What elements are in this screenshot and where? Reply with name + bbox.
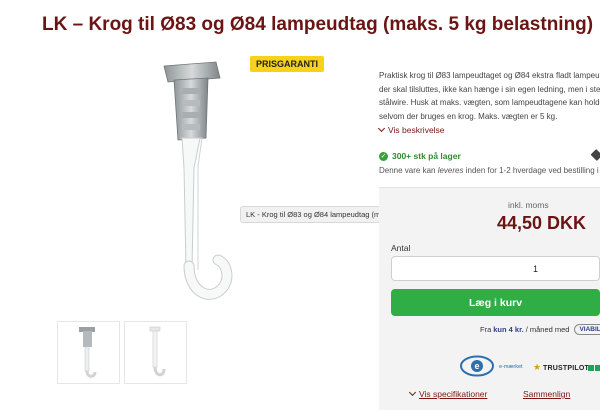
trustpilot-rating-star-icon xyxy=(595,365,600,371)
price: 44,50 DKK xyxy=(497,213,587,233)
chevron-down-icon xyxy=(377,124,386,133)
compare-link[interactable]: Sammenlign xyxy=(523,389,570,399)
trustpilot-rating-star-icon xyxy=(588,365,594,371)
description-line: selvom der bruges en krog. Maks. vægten … xyxy=(379,111,558,121)
quantity-label: Antal xyxy=(391,243,411,253)
product-image[interactable] xyxy=(42,48,367,313)
emark-logo-icon[interactable]: e xyxy=(460,355,494,377)
financing-suffix: / måned med xyxy=(525,325,570,334)
vat-note: inkl. moms xyxy=(508,200,549,210)
product-description: Praktisk krog til Ø83 lampeudtaget og Ø8… xyxy=(379,69,600,123)
svg-text:e: e xyxy=(474,361,479,371)
trustpilot-label[interactable]: TRUSTPILOT xyxy=(543,365,589,372)
delivery-text-emphasis: leveres xyxy=(437,166,464,175)
thumbnail-2[interactable] xyxy=(124,321,187,384)
description-line: der skal tilsluttes, ikke kan hænge i si… xyxy=(379,84,600,94)
thumbnail-hook-white-image xyxy=(149,326,165,376)
thumbnail-hook-metal-image xyxy=(78,326,96,378)
thumbnail-1[interactable] xyxy=(57,321,120,384)
show-specifications-link[interactable]: Vis specifikationer xyxy=(408,388,488,399)
delivery-text-end: inden for 1-2 hverdage ved bestilling i xyxy=(463,166,599,175)
viabill-logo: VIABILL xyxy=(574,324,600,335)
quantity-input[interactable]: 1 xyxy=(391,256,600,281)
quantity-value: 1 xyxy=(532,263,538,274)
show-description-label: Vis beskrivelse xyxy=(388,125,445,135)
emark-label: e-mærket xyxy=(499,364,523,370)
description-line: Praktisk krog til Ø83 lampeudtaget og Ø8… xyxy=(379,71,600,80)
add-to-cart-button[interactable]: Læg i kurv xyxy=(391,289,600,316)
trustpilot-star-icon: ★ xyxy=(533,362,542,372)
prisgaranti-badge: PRISGARANTI xyxy=(250,56,325,72)
stock-status: ✓ 300+ stk på lager xyxy=(379,151,461,161)
viabill-financing[interactable]: Fra kun 4 kr. / måned med VIABILL xyxy=(480,324,600,335)
financing-amount: kun 4 kr. xyxy=(493,325,524,334)
page-title: LK – Krog til Ø83 og Ø84 lampeudtag (mak… xyxy=(42,14,594,35)
show-description-link[interactable]: Vis beskrivelse xyxy=(377,124,445,135)
tag-icon[interactable] xyxy=(590,148,600,162)
delivery-info: Denne vare kan leveres inden for 1-2 hve… xyxy=(379,166,599,175)
check-circle-icon: ✓ xyxy=(379,151,388,161)
delivery-text-start: Denne vare kan xyxy=(379,166,438,175)
hook-illustration xyxy=(163,61,233,300)
show-specifications-label: Vis specifikationer xyxy=(419,389,488,399)
financing-prefix: Fra xyxy=(480,325,492,334)
chevron-down-icon xyxy=(408,388,417,397)
stock-label: 300+ stk på lager xyxy=(392,151,461,161)
description-line: stålwire. Husk at maks. vægten, som lamp… xyxy=(379,98,600,107)
